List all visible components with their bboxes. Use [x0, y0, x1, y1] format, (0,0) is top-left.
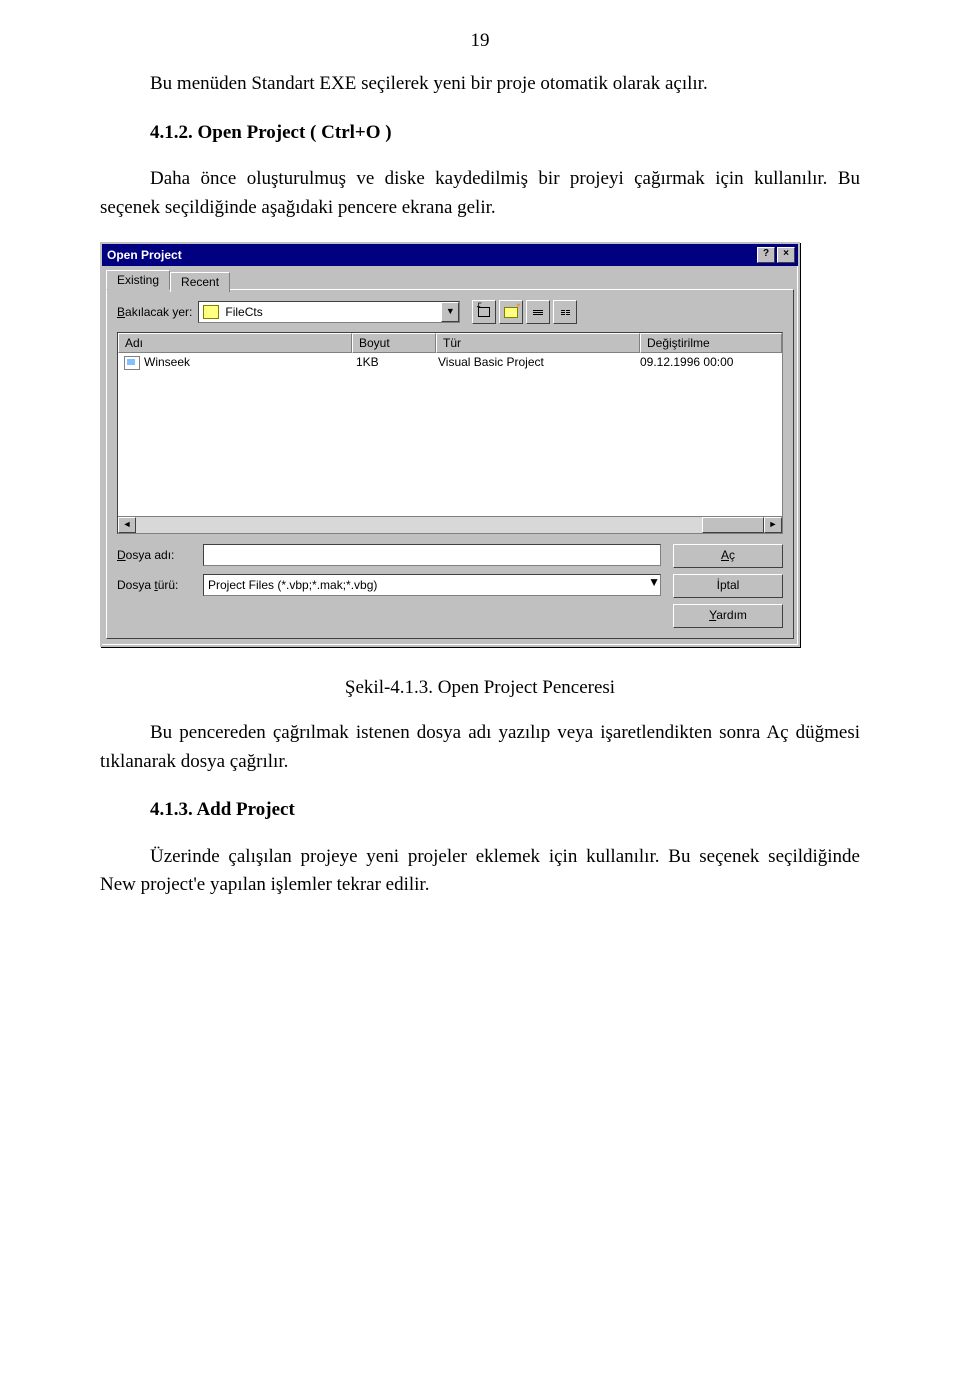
paragraph-3: Bu pencereden çağrılmak istenen dosya ad… [100, 719, 860, 776]
lookin-label: Bakılacak yer: [117, 305, 192, 319]
tab-recent[interactable]: Recent [170, 272, 230, 292]
up-one-level-button[interactable] [472, 300, 496, 324]
paragraph-2: Daha önce oluşturulmuş ve diske kaydedil… [100, 165, 860, 222]
details-view-icon [561, 310, 570, 315]
tab-page-existing: Bakılacak yer: FileCts ▼ [106, 289, 794, 639]
list-item[interactable]: Winseek 1KB Visual Basic Project 09.12.1… [118, 353, 782, 372]
dialog-titlebar: Open Project ? × [102, 244, 798, 266]
page-number: 19 [100, 30, 860, 52]
lookin-value: FileCts [223, 305, 441, 319]
chevron-down-icon[interactable]: ▼ [648, 575, 660, 595]
file-size: 1KB [350, 355, 432, 370]
figure-open-project-dialog: Open Project ? × Existing Recent Bakılac… [100, 242, 860, 647]
section-heading-open-project: 4.1.2. Open Project ( Ctrl+O ) [100, 119, 860, 148]
figure-caption: Şekil-4.1.3. Open Project Penceresi [100, 677, 860, 699]
folder-icon [203, 305, 219, 319]
scroll-right-button[interactable]: ► [764, 517, 782, 533]
new-folder-icon [504, 307, 518, 318]
list-view-icon [533, 310, 543, 315]
filename-label: Dosya adı: [117, 548, 195, 562]
paragraph-1: Bu menüden Standart EXE seçilerek yeni b… [100, 70, 860, 99]
close-titlebar-button[interactable]: × [777, 247, 795, 263]
section-heading-add-project: 4.1.3. Add Project [100, 796, 860, 825]
tab-existing[interactable]: Existing [106, 270, 170, 290]
column-header-modified[interactable]: Değiştirilme [640, 333, 782, 353]
help-titlebar-button[interactable]: ? [757, 247, 775, 263]
dialog-body: Existing Recent Bakılacak yer: FileCts ▼ [102, 266, 798, 645]
up-folder-icon [478, 307, 490, 317]
chevron-down-icon[interactable]: ▼ [441, 302, 459, 322]
dialog-title: Open Project [105, 248, 182, 262]
vbp-file-icon [124, 356, 140, 370]
open-button[interactable]: Aç [673, 544, 783, 568]
scrollbar-track[interactable] [136, 517, 764, 533]
filetype-label: Dosya türü: [117, 578, 195, 592]
tab-strip: Existing Recent [106, 270, 794, 290]
lookin-combo[interactable]: FileCts ▼ [198, 301, 460, 323]
column-header-type[interactable]: Tür [436, 333, 640, 353]
view-details-button[interactable] [553, 300, 577, 324]
horizontal-scrollbar[interactable]: ◄ ► [118, 516, 782, 533]
paragraph-4: Üzerinde çalışılan projeye yeni projeler… [100, 843, 860, 900]
listview-rows: Winseek 1KB Visual Basic Project 09.12.1… [118, 353, 782, 516]
file-modified: 09.12.1996 00:00 [634, 355, 782, 370]
new-folder-button[interactable] [499, 300, 523, 324]
view-list-button[interactable] [526, 300, 550, 324]
file-listview[interactable]: Adı Boyut Tür Değiştirilme Winseek 1KB V… [117, 332, 783, 534]
help-button[interactable]: Yardım [673, 604, 783, 628]
scrollbar-thumb[interactable] [702, 517, 764, 533]
file-name: Winseek [144, 355, 190, 369]
listview-header: Adı Boyut Tür Değiştirilme [118, 333, 782, 353]
cancel-button[interactable]: İptal [673, 574, 783, 598]
scroll-left-button[interactable]: ◄ [118, 517, 136, 533]
filename-input[interactable] [203, 544, 661, 566]
file-type: Visual Basic Project [432, 355, 634, 370]
open-project-dialog: Open Project ? × Existing Recent Bakılac… [100, 242, 800, 647]
column-header-size[interactable]: Boyut [352, 333, 436, 353]
filetype-value: Project Files (*.vbp;*.mak;*.vbg) [204, 575, 648, 595]
filetype-combo[interactable]: Project Files (*.vbp;*.mak;*.vbg) ▼ [203, 574, 661, 596]
column-header-name[interactable]: Adı [118, 333, 352, 353]
